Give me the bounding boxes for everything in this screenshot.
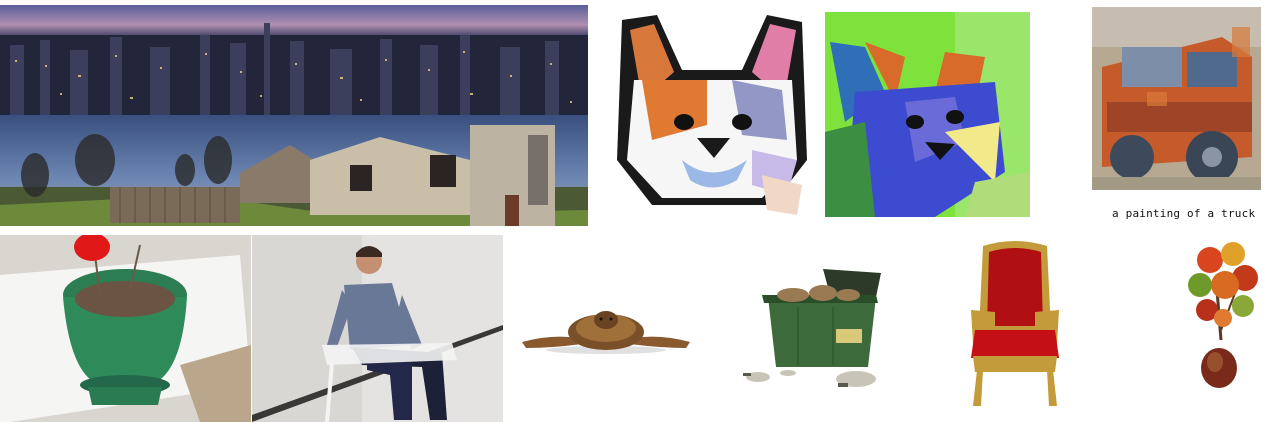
dumpster-3d <box>738 267 886 391</box>
potted-rose <box>0 235 251 422</box>
red-armchair-3d <box>965 240 1065 408</box>
sea-turtle-3d <box>522 300 690 356</box>
truck-caption: a painting of a truck <box>1112 207 1256 220</box>
man-sitting-on-chair <box>252 235 503 422</box>
painted-truck <box>1092 7 1261 190</box>
stylized-dog-face-white <box>612 10 812 217</box>
potted-maple-tree-3d <box>1185 240 1265 390</box>
city-night-panorama <box>0 5 588 115</box>
painted-street-houses <box>0 115 588 226</box>
stylized-dog-face-green <box>825 12 1030 217</box>
